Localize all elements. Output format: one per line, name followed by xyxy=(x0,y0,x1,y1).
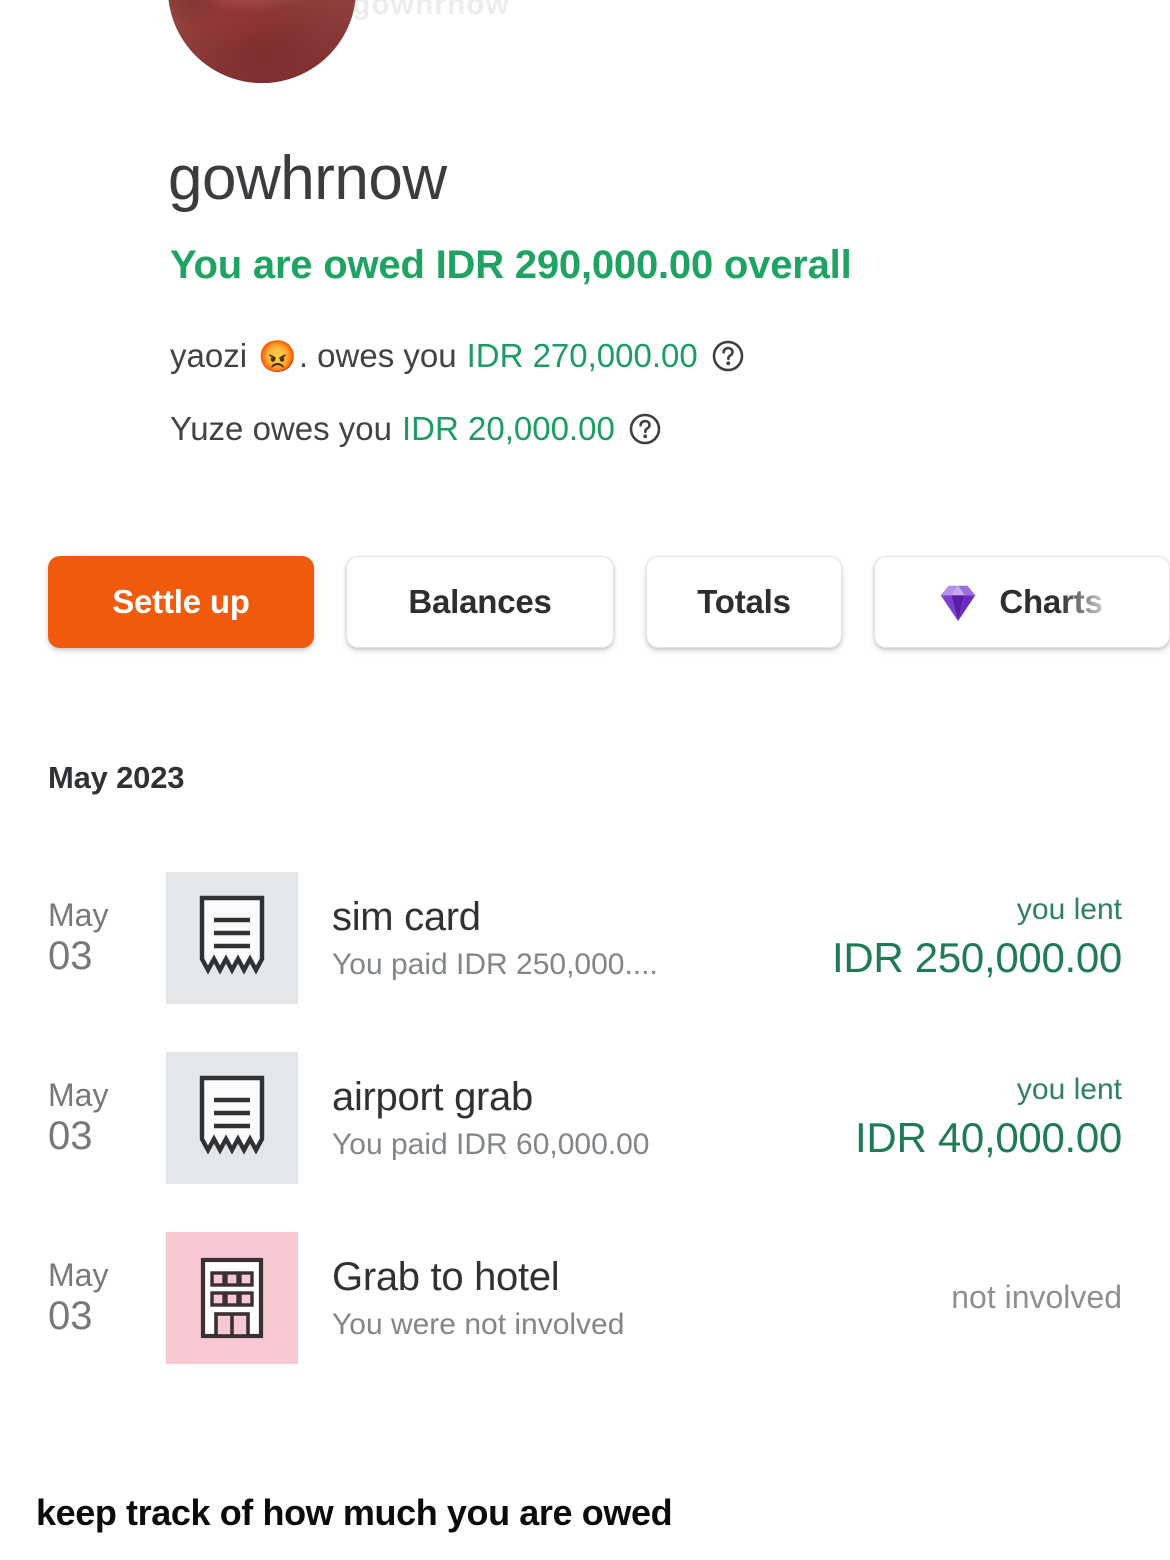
table-row[interactable]: May 03 Grab to hotel You were not involv… xyxy=(0,1208,1170,1388)
debt-amount: IDR 20,000.00 xyxy=(401,410,615,447)
transaction-date: May 03 xyxy=(48,898,166,978)
transaction-amount-block: you lent IDR 250,000.00 xyxy=(832,893,1122,983)
charts-button[interactable]: Charts xyxy=(874,556,1170,648)
transaction-subtitle: You paid IDR 250,000.... xyxy=(332,947,658,981)
question-circle-icon[interactable] xyxy=(712,340,744,372)
charts-label: Charts xyxy=(999,583,1103,620)
debt-line-yaozi: yaozi 😡. owes you IDR 270,000.00 xyxy=(170,337,744,375)
page-title: gowhrnow xyxy=(168,144,447,213)
date-month: May xyxy=(48,1077,109,1114)
transaction-title: airport grab xyxy=(332,1075,533,1120)
transaction-state-label: not involved xyxy=(951,1279,1122,1316)
debt-line-yuze: Yuze owes you IDR 20,000.00 xyxy=(170,410,661,448)
balances-button[interactable]: Balances xyxy=(346,556,614,648)
transaction-amount: IDR 250,000.00 xyxy=(831,934,1122,982)
action-button-row: Settle up Balances Totals Charts xyxy=(48,556,1170,648)
totals-label: Totals xyxy=(697,583,791,620)
transaction-amount: IDR 40,000.00 xyxy=(855,1114,1122,1162)
date-day: 03 xyxy=(48,1293,93,1338)
totals-button[interactable]: Totals xyxy=(646,556,842,648)
transaction-date: May 03 xyxy=(48,1258,166,1338)
transaction-title: sim card xyxy=(332,895,481,940)
transaction-subtitle: You paid IDR 60,000.00 xyxy=(332,1127,650,1161)
gem-icon xyxy=(935,579,981,625)
debt-who-tail: . owes you xyxy=(298,337,457,374)
avatar-shading xyxy=(168,0,232,27)
balances-label: Balances xyxy=(408,583,552,620)
date-month: May xyxy=(48,1257,109,1294)
settle-up-button[interactable]: Settle up xyxy=(48,556,314,648)
ghost-title-overlay: gowhrnow xyxy=(352,0,510,21)
transaction-body: Grab to hotel You were not involved xyxy=(332,1254,951,1341)
question-circle-icon[interactable] xyxy=(629,413,661,445)
receipt-icon xyxy=(166,872,298,1004)
settle-up-label: Settle up xyxy=(112,583,250,620)
group-avatar[interactable] xyxy=(168,0,356,83)
transaction-body: sim card You paid IDR 250,000.... xyxy=(332,894,832,981)
angry-face-emoji: 😡 xyxy=(258,338,297,374)
debt-who: yaozi xyxy=(170,337,257,374)
debt-amount: IDR 270,000.00 xyxy=(466,337,698,374)
transaction-date: May 03 xyxy=(48,1078,166,1158)
date-day: 03 xyxy=(48,1113,93,1158)
table-row[interactable]: May 03 sim card You paid IDR 250,000....… xyxy=(0,848,1170,1028)
transaction-amount-block: you lent IDR 40,000.00 xyxy=(855,1073,1122,1163)
date-day: 03 xyxy=(48,933,93,978)
footer-caption: keep track of how much you are owed xyxy=(36,1492,673,1533)
receipt-icon xyxy=(166,1052,298,1184)
transaction-subtitle: You were not involved xyxy=(332,1307,625,1341)
overall-balance: You are owed IDR 290,000.00 overall xyxy=(170,243,852,287)
transaction-state-label: you lent xyxy=(1016,1073,1122,1107)
debt-who: Yuze owes you xyxy=(170,410,392,447)
table-row[interactable]: May 03 airport grab You paid IDR 60,000.… xyxy=(0,1028,1170,1208)
hotel-icon xyxy=(166,1232,298,1364)
transaction-body: airport grab You paid IDR 60,000.00 xyxy=(332,1074,855,1161)
app-screen: gowhrnow gowhrnow You are owed IDR 290,0… xyxy=(0,0,1170,1560)
month-header: May 2023 xyxy=(48,760,185,795)
transaction-title: Grab to hotel xyxy=(332,1255,560,1300)
transaction-state-label: you lent xyxy=(1016,893,1122,927)
transaction-amount-block: not involved xyxy=(951,1279,1122,1316)
date-month: May xyxy=(48,897,109,934)
transaction-list: May 03 sim card You paid IDR 250,000....… xyxy=(0,848,1170,1388)
